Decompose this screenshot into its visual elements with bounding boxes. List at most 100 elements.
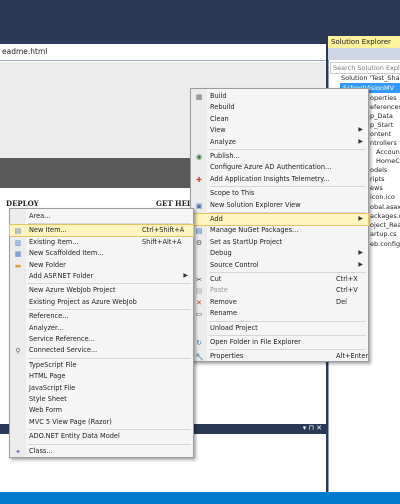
menu-item-label: Open Folder in File Explorer (210, 338, 301, 346)
new-item-icon: ▤ (14, 227, 22, 236)
menu-separator (28, 309, 191, 311)
menu-item-rename[interactable]: ▭ Rename (191, 308, 368, 319)
menu-item-add-asp-net-folder[interactable]: Add ASP.NET Folder ▶ (10, 271, 193, 282)
tree-item[interactable]: ackages.con (370, 212, 400, 220)
menu-item-label: Rename (210, 309, 238, 318)
menu-item-label: HTML Page (29, 372, 66, 381)
menu-item-mvc-5-view-page-razor[interactable]: MVC 5 View Page (Razor) (10, 417, 193, 428)
menu-item-style-sheet[interactable]: Style Sheet (10, 394, 193, 405)
tree-item[interactable]: p_Start (370, 121, 393, 129)
menu-item-cut[interactable]: ✂ Cut Ctrl+X (191, 274, 368, 285)
ide-top-bar (0, 0, 400, 40)
menu-item-web-form[interactable]: Web Form (10, 405, 193, 416)
menu-item-source-control[interactable]: Source Control ▶ (191, 260, 368, 271)
menu-item-label: Class... (29, 446, 53, 455)
scaffold-icon: ▦ (14, 250, 22, 259)
menu-item-label: Analyze (210, 137, 236, 146)
menu-item-existing-item[interactable]: ▥ Existing Item... Shift+Alt+A (10, 237, 193, 248)
menu-item-shortcut: Alt+Enter (336, 352, 369, 361)
menu-item-scope-to-this[interactable]: Scope to This (191, 188, 368, 199)
menu-item-existing-project-as-azure-webjob[interactable]: Existing Project as Azure WebJob (10, 297, 193, 308)
bottom-panel-controls[interactable]: ▾ ⊓ ✕ (303, 424, 322, 432)
deploy-heading: DEPLOY (6, 199, 39, 208)
menu-item-add[interactable]: Add ▶ (190, 213, 369, 226)
menu-item-new-folder[interactable]: ▬ New Folder (10, 260, 193, 271)
menu-item-connected-service[interactable]: ⚲ Connected Service... (10, 345, 193, 356)
menu-separator (209, 186, 366, 188)
menu-item-label: Connected Service... (29, 346, 98, 355)
menu-separator (28, 283, 191, 285)
tree-item[interactable]: ontent (370, 130, 391, 138)
menu-item-label: Add Application Insights Telemetry... (210, 174, 330, 183)
tree-item[interactable]: oject_Rea (370, 221, 400, 229)
menu-item-label: Reference... (29, 312, 69, 321)
menu-item-label: Style Sheet (29, 395, 67, 403)
menu-item-label: Cut (210, 275, 222, 283)
menu-item-new-azure-webjob-project[interactable]: New Azure WebJob Project (10, 285, 193, 296)
menu-item-analyze[interactable]: Analyze ▶ (191, 137, 368, 148)
solution-explorer-search-input[interactable]: Search Solution Explore (330, 62, 400, 74)
tree-item[interactable]: eferences (370, 103, 400, 111)
menu-item-clean[interactable]: Clean (191, 114, 368, 125)
menu-item-publish[interactable]: ◉ Publish... (191, 151, 368, 162)
menu-item-debug[interactable]: Debug ▶ (191, 248, 368, 259)
menu-item-paste[interactable]: ▤ Paste Ctrl+V (191, 285, 368, 296)
menu-item-label: Source Control (210, 260, 259, 269)
submenu-arrow-icon: ▶ (183, 272, 188, 279)
menu-item-shortcut: Ctrl+Shift+A (142, 226, 185, 235)
menu-item-javascript-file[interactable]: JavaScript File (10, 383, 193, 394)
menu-item-area[interactable]: Area... (10, 211, 193, 222)
menu-separator (28, 429, 191, 431)
tree-item[interactable]: ews (370, 184, 383, 192)
menu-item-properties[interactable]: 🔧 Properties Alt+Enter (191, 351, 368, 362)
tree-item[interactable]: ntrollers (370, 139, 397, 147)
tree-item[interactable]: Account (376, 148, 400, 156)
menu-separator (209, 272, 366, 273)
tree-item[interactable]: p_Data (370, 112, 393, 120)
menu-item-shortcut: Ctrl+X (336, 275, 358, 283)
menu-item-new-item[interactable]: ▤ New Item... Ctrl+Shift+A (9, 224, 194, 238)
menu-item-html-page[interactable]: HTML Page (10, 371, 193, 382)
submenu-arrow-icon: ▶ (358, 126, 363, 134)
menu-item-label: Build (210, 92, 227, 100)
menu-separator (209, 212, 366, 213)
menu-item-build[interactable]: ▦ Build (191, 91, 368, 102)
menu-item-manage-nuget-packages[interactable]: ▤ Manage NuGet Packages... (191, 225, 368, 236)
menu-item-unload-project[interactable]: Unload Project (191, 323, 368, 334)
build-icon: ▦ (195, 93, 203, 101)
menu-item-service-reference[interactable]: Service Reference... (10, 334, 193, 345)
menu-item-configure-azure-ad-authentication[interactable]: Configure Azure AD Authentication... (191, 162, 368, 173)
document-tab[interactable]: eadme.html (0, 44, 326, 61)
tree-item[interactable]: obal.asax (370, 203, 400, 211)
menu-item-label: New Folder (29, 260, 66, 269)
tree-item[interactable]: artup.cs (370, 230, 396, 238)
tree-item[interactable]: operties (370, 94, 397, 102)
tree-item[interactable]: icon.ico (370, 193, 395, 201)
menu-item-label: Scope to This (210, 189, 255, 198)
menu-item-label: Publish... (210, 152, 240, 160)
close-icon: ✕ (196, 298, 202, 307)
menu-item-set-as-startup-project[interactable]: ⚙ Set as StartUp Project (191, 237, 368, 248)
menu-item-new-scaffolded-item[interactable]: ▦ New Scaffolded Item... (10, 248, 193, 259)
menu-separator (28, 357, 191, 359)
tree-item[interactable]: eb.config (370, 240, 400, 248)
tree-item[interactable]: ripts (370, 175, 385, 183)
tree-item[interactable]: HomeCo (376, 157, 400, 165)
menu-item-reference[interactable]: Reference... (10, 311, 193, 322)
menu-item-class[interactable]: ✦ Class... (10, 446, 193, 457)
class-icon: ✦ (15, 447, 21, 456)
menu-item-add-application-insights-telemetry[interactable]: ✚ Add Application Insights Telemetry... (191, 174, 368, 185)
menu-item-label: Service Reference... (29, 335, 95, 343)
menu-item-analyzer[interactable]: Analyzer... (10, 323, 193, 334)
tree-item[interactable]: odels (370, 166, 387, 174)
menu-item-remove[interactable]: ✕ Remove Del (191, 297, 368, 308)
menu-item-label: Debug (210, 249, 232, 258)
menu-item-typescript-file[interactable]: TypeScript File (10, 360, 193, 371)
menu-item-ado-net-entity-data-model[interactable]: ADO.NET Entity Data Model (10, 431, 193, 442)
menu-item-view[interactable]: View ▶ (191, 125, 368, 136)
menu-item-open-folder-in-file-explorer[interactable]: ↻ Open Folder in File Explorer (191, 337, 368, 348)
folder-icon: ▬ (14, 261, 22, 270)
menu-item-rebuild[interactable]: Rebuild (191, 102, 368, 113)
menu-item-new-solution-explorer-view[interactable]: ▣ New Solution Explorer View (191, 200, 368, 211)
solution-node[interactable]: Solution 'Test_Sha (341, 74, 400, 82)
